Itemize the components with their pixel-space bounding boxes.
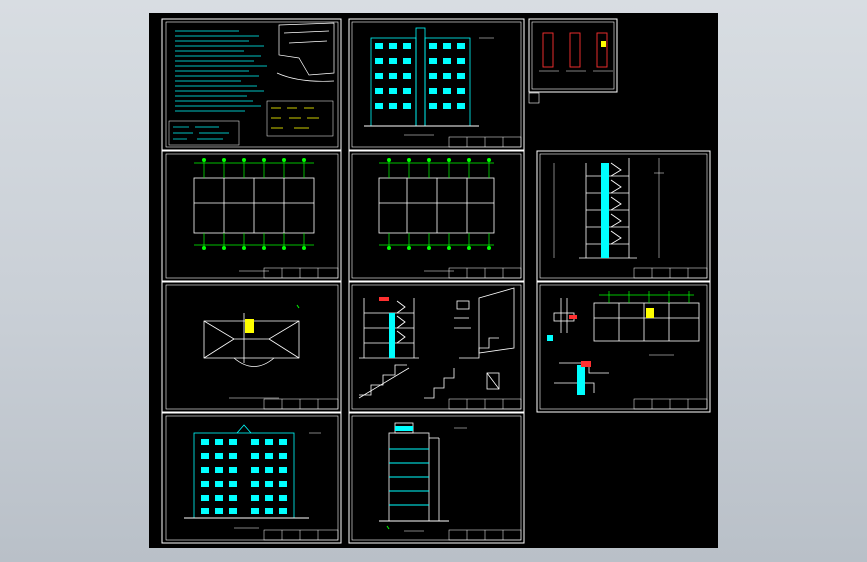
sheet-front-elevation[interactable] <box>348 18 525 151</box>
sheet-stair-details[interactable] <box>348 281 525 413</box>
cad-sheet-layout <box>161 18 711 544</box>
cad-drawing-canvas[interactable] <box>149 13 718 548</box>
sheet-stair-section[interactable] <box>536 150 711 282</box>
sheet-column-details[interactable] <box>528 18 618 104</box>
sheet-standard-floor-plan[interactable] <box>348 150 525 282</box>
sheet-wall-section-details[interactable] <box>536 281 711 413</box>
sheet-roof-plan[interactable] <box>161 281 342 413</box>
sheet-design-notes[interactable] <box>161 18 342 151</box>
sheet-rear-elevation[interactable] <box>161 412 342 544</box>
sheet-side-elevation[interactable] <box>348 412 525 544</box>
sheet-ground-floor-plan[interactable] <box>161 150 342 282</box>
